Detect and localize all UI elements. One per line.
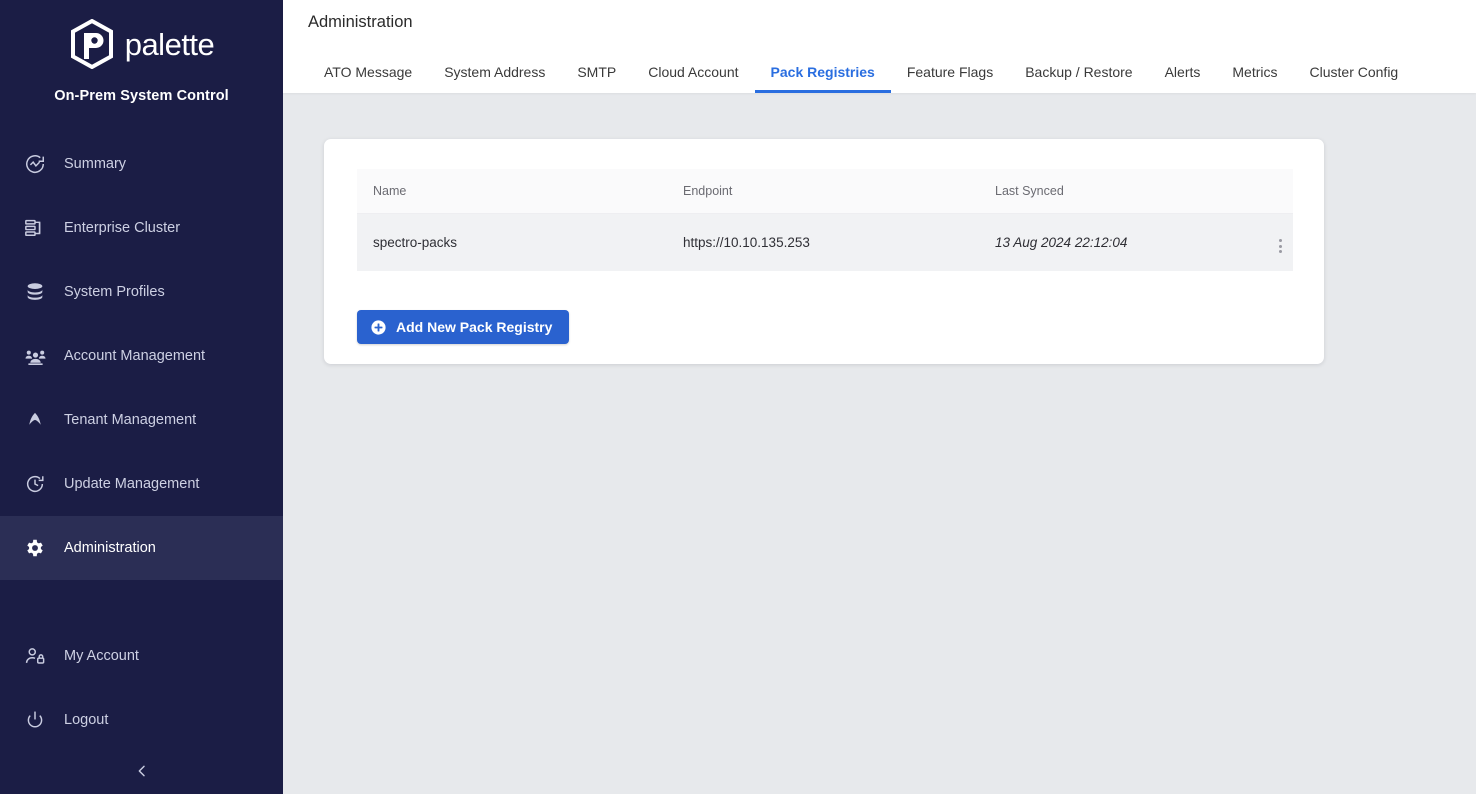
gear-icon [22,535,48,561]
brand-logo-row: palette [0,14,283,74]
sidebar-item-update-management[interactable]: Update Management [0,452,283,516]
tab-system-address[interactable]: System Address [428,65,561,93]
cell-registry-endpoint: https://10.10.135.253 [667,214,979,272]
sidebar-item-logout[interactable]: Logout [0,688,283,752]
tab-metrics[interactable]: Metrics [1216,65,1293,93]
column-header-last-synced: Last Synced [979,169,1257,214]
main-content: Administration ATO Message System Addres… [283,0,1476,794]
sidebar-item-label: Summary [64,157,126,172]
sidebar-item-label: Account Management [64,349,205,364]
tenant-chevron-icon [22,407,48,433]
sidebar-collapse-button[interactable] [0,752,283,794]
pack-registries-card: Name Endpoint Last Synced spectro-packs … [324,139,1324,364]
power-icon [22,707,48,733]
table-header-row: Name Endpoint Last Synced [357,169,1293,214]
kebab-menu-icon[interactable] [1273,237,1288,255]
sidebar-item-label: Update Management [64,477,199,492]
brand-name: palette [125,29,215,60]
sidebar-nav: Summary Enterprise Cluster [0,132,283,580]
pack-registries-table: Name Endpoint Last Synced spectro-packs … [357,169,1293,271]
sidebar-item-tenant-management[interactable]: Tenant Management [0,388,283,452]
clock-refresh-icon [22,471,48,497]
kebab-dot [1279,250,1282,253]
table-head: Name Endpoint Last Synced [357,169,1293,214]
tab-smtp[interactable]: SMTP [561,65,632,93]
sidebar-item-summary[interactable]: Summary [0,132,283,196]
cell-row-actions [1257,214,1293,272]
sidebar-item-account-management[interactable]: Account Management [0,324,283,388]
database-stack-icon [22,279,48,305]
sidebar-item-label: Administration [64,541,156,556]
sidebar-bottom-nav: My Account Logout [0,624,283,794]
application-root: palette On-Prem System Control Summary [0,0,1476,794]
table-row[interactable]: spectro-packs https://10.10.135.253 13 A… [357,214,1293,272]
tab-backup-restore[interactable]: Backup / Restore [1009,65,1148,93]
palette-logo-icon [69,19,115,69]
users-group-icon [22,343,48,369]
summary-activity-icon [22,151,48,177]
column-header-actions [1257,169,1293,214]
cell-last-synced: 13 Aug 2024 22:12:04 [979,214,1257,272]
sidebar-item-my-account[interactable]: My Account [0,624,283,688]
add-new-pack-registry-button[interactable]: Add New Pack Registry [357,310,569,344]
brand-block: palette On-Prem System Control [0,0,283,104]
sidebar: palette On-Prem System Control Summary [0,0,283,794]
tab-pack-registries[interactable]: Pack Registries [755,65,891,93]
sidebar-item-label: Tenant Management [64,413,196,428]
column-header-name: Name [357,169,667,214]
sidebar-item-label: Enterprise Cluster [64,221,180,236]
sidebar-item-enterprise-cluster[interactable]: Enterprise Cluster [0,196,283,260]
table-body: spectro-packs https://10.10.135.253 13 A… [357,214,1293,272]
sidebar-item-label: System Profiles [64,285,165,300]
tab-cluster-config[interactable]: Cluster Config [1294,65,1415,93]
content-area: Name Endpoint Last Synced spectro-packs … [283,93,1476,794]
sidebar-item-system-profiles[interactable]: System Profiles [0,260,283,324]
cell-registry-name: spectro-packs [357,214,667,272]
tab-cloud-account[interactable]: Cloud Account [632,65,754,93]
column-header-endpoint: Endpoint [667,169,979,214]
kebab-dot [1279,239,1282,242]
user-lock-icon [22,643,48,669]
tab-alerts[interactable]: Alerts [1149,65,1217,93]
kebab-dot [1279,245,1282,248]
sidebar-item-label: Logout [64,713,108,728]
cluster-icon [22,215,48,241]
sidebar-item-administration[interactable]: Administration [0,516,283,580]
tab-feature-flags[interactable]: Feature Flags [891,65,1009,93]
brand-subtitle: On-Prem System Control [0,88,283,104]
add-new-pack-registry-label: Add New Pack Registry [396,319,552,335]
sidebar-item-label: My Account [64,649,139,664]
tab-ato-message[interactable]: ATO Message [308,65,428,93]
tab-bar: ATO Message System Address SMTP Cloud Ac… [308,53,1476,93]
chevron-left-icon [134,763,150,784]
plus-circle-icon [370,319,387,336]
page-title: Administration [308,13,413,32]
top-bar: Administration ATO Message System Addres… [283,0,1476,93]
